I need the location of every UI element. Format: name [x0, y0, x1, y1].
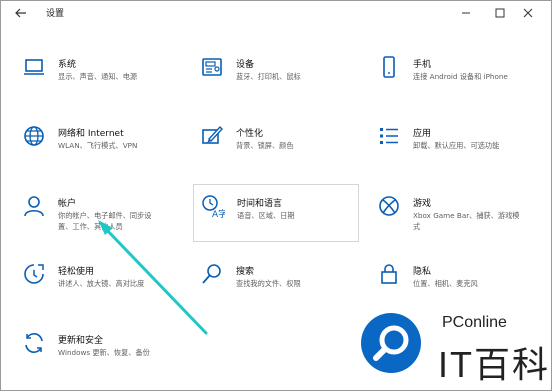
tile-ease-of-access-name: 轻松使用	[58, 267, 95, 277]
tile-ease-of-access[interactable]: 轻松使用 讲述人、放大镜、高对比度	[22, 262, 172, 296]
tile-search-name: 搜索	[236, 267, 255, 277]
tile-time-language-name: 时间和语言	[237, 199, 283, 209]
devices-icon	[202, 58, 222, 76]
tile-time-language-desc: 语音、区域、日期	[237, 211, 295, 220]
search-icon	[202, 264, 221, 284]
tile-devices-desc: 蓝牙、打印机、鼠标	[236, 72, 301, 81]
watermark-title: IT百科	[438, 344, 550, 385]
maximize-icon[interactable]	[486, 4, 514, 22]
tile-system-desc: 显示、声音、通知、电源	[58, 72, 138, 81]
svg-text:A字: A字	[212, 208, 225, 218]
title-bar: 设置	[0, 0, 552, 26]
tile-update-security[interactable]: 更新和安全 Windows 更新、恢复、备份	[22, 331, 182, 365]
tile-privacy-name: 隐私	[413, 267, 432, 277]
tile-search-desc: 查找我的文件、权限	[236, 279, 301, 288]
tile-accounts-desc-line2: 置、工作、其他人员	[58, 222, 123, 231]
tile-phone[interactable]: 手机 连接 Android 设备和 iPhone	[377, 55, 537, 89]
tile-personalization-desc: 背景、锁屏、颜色	[236, 141, 294, 150]
minimize-icon[interactable]	[452, 4, 480, 22]
tile-network[interactable]: 网络和 Internet WLAN、飞行模式、VPN	[22, 124, 172, 158]
tile-gaming-desc-line2: 式	[413, 222, 421, 231]
tile-apps-desc: 卸载、默认应用、可选功能	[413, 141, 500, 150]
tile-personalization-name: 个性化	[236, 129, 264, 139]
phone-icon	[383, 56, 395, 78]
watermark-brand: PConline	[442, 314, 507, 331]
tile-time-language[interactable]: A字 时间和语言 语音、区域、日期	[193, 184, 359, 242]
tile-search[interactable]: 搜索 查找我的文件、权限	[200, 262, 350, 296]
back-arrow-icon[interactable]	[14, 6, 28, 20]
tile-system-name: 系统	[58, 60, 77, 70]
tile-accounts-desc-line1: 你的帐户、电子邮件、同步设	[58, 211, 152, 220]
tile-network-name: 网络和 Internet	[58, 129, 124, 139]
tile-apps[interactable]: 应用 卸载、默认应用、可选功能	[377, 124, 537, 158]
personalization-icon	[202, 125, 223, 144]
tile-privacy[interactable]: 隐私 位置、相机、麦克风	[377, 262, 537, 296]
tile-update-security-name: 更新和安全	[58, 336, 104, 346]
tile-devices-name: 设备	[236, 60, 255, 70]
tile-accounts[interactable]: 帐户 你的帐户、电子邮件、同步设 置、工作、其他人员	[22, 194, 172, 234]
tile-network-desc: WLAN、飞行模式、VPN	[58, 141, 138, 150]
tile-personalization[interactable]: 个性化 背景、锁屏、颜色	[200, 124, 350, 158]
tile-privacy-desc: 位置、相机、麦克风	[413, 279, 478, 288]
close-icon[interactable]	[514, 4, 542, 22]
apps-list-icon	[380, 128, 398, 144]
tile-apps-name: 应用	[413, 129, 432, 139]
tile-update-security-desc: Windows 更新、恢复、备份	[58, 348, 150, 357]
tile-phone-desc: 连接 Android 设备和 iPhone	[413, 72, 508, 81]
time-language-icon: A字	[202, 195, 225, 218]
globe-icon	[24, 126, 44, 146]
update-icon	[25, 333, 43, 353]
tile-accounts-name: 帐户	[58, 199, 77, 209]
tile-phone-name: 手机	[413, 60, 432, 70]
window-title: 设置	[46, 9, 65, 19]
tile-system[interactable]: 系统 显示、声音、通知、电源	[22, 55, 172, 89]
account-icon	[24, 196, 44, 217]
ease-of-access-icon	[24, 264, 44, 284]
tile-gaming-name: 游戏	[413, 199, 432, 209]
tile-devices[interactable]: 设备 蓝牙、打印机、鼠标	[200, 55, 350, 89]
lock-icon	[381, 264, 397, 284]
laptop-icon	[24, 59, 44, 75]
xbox-icon	[379, 196, 399, 216]
tile-gaming[interactable]: 游戏 Xbox Game Bar、捕获、游戏模 式	[377, 194, 537, 234]
tile-ease-of-access-desc: 讲述人、放大镜、高对比度	[58, 279, 145, 288]
tile-gaming-desc-line1: Xbox Game Bar、捕获、游戏模	[413, 211, 520, 220]
watermark: PConline IT百科	[346, 310, 552, 391]
magnifier-logo-icon	[361, 313, 421, 373]
